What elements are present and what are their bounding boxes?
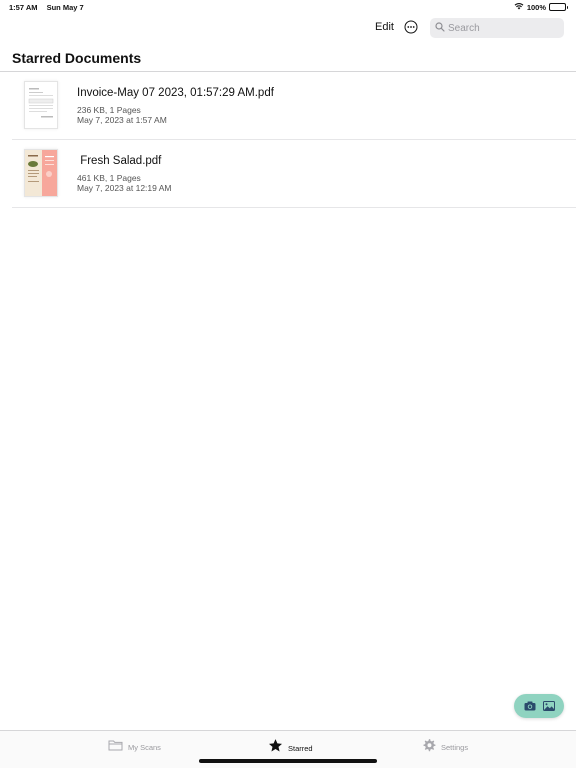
photo-icon[interactable] (542, 699, 556, 713)
page-title: Starred Documents (12, 50, 142, 66)
tab-settings[interactable]: Settings (422, 738, 468, 757)
edit-button[interactable]: Edit (375, 21, 394, 33)
folder-icon (108, 738, 123, 756)
scan-action-pill (514, 694, 564, 718)
document-date: May 7, 2023 at 12:19 AM (77, 183, 172, 193)
gear-icon (422, 738, 436, 757)
status-time: 1:57 AM (9, 3, 38, 12)
home-indicator (199, 759, 377, 763)
star-icon (268, 738, 283, 758)
tab-label: Settings (441, 743, 469, 752)
app-screen: 1:57 AM Sun May 7 100% Edit Search Starr… (0, 0, 576, 768)
document-date: May 7, 2023 at 1:57 AM (77, 115, 167, 125)
ellipsis-circle-icon[interactable] (404, 20, 418, 34)
status-date: Sun May 7 (46, 3, 84, 12)
document-list: Invoice-May 07 2023, 01:57:29 AM.pdf 236… (0, 72, 576, 208)
tab-my-scans[interactable]: My Scans (108, 738, 161, 756)
document-size: 236 KB, 1 Pages (77, 105, 141, 115)
toolbar: Edit (0, 16, 576, 40)
document-row[interactable]: Fresh Salad.pdf 461 KB, 1 Pages May 7, 2… (12, 140, 576, 208)
camera-icon[interactable] (523, 699, 537, 713)
tab-label: My Scans (128, 742, 161, 752)
status-bar: 1:57 AM Sun May 7 100% (0, 0, 576, 14)
tab-label: Starred (288, 743, 313, 753)
document-name: Fresh Salad.pdf (77, 155, 162, 167)
battery-icon (549, 3, 568, 11)
wifi-icon (514, 2, 524, 12)
document-name: Invoice-May 07 2023, 01:57:29 AM.pdf (77, 87, 274, 99)
document-thumbnail (24, 81, 58, 129)
search-field[interactable] (430, 18, 564, 38)
tab-starred[interactable]: Starred (268, 738, 313, 758)
document-row[interactable]: Invoice-May 07 2023, 01:57:29 AM.pdf 236… (12, 72, 576, 140)
document-size: 461 KB, 1 Pages (77, 173, 141, 183)
search-icon (435, 19, 445, 37)
document-thumbnail (24, 149, 58, 197)
battery-percent: 100% (526, 2, 546, 12)
search-input[interactable] (448, 22, 558, 34)
